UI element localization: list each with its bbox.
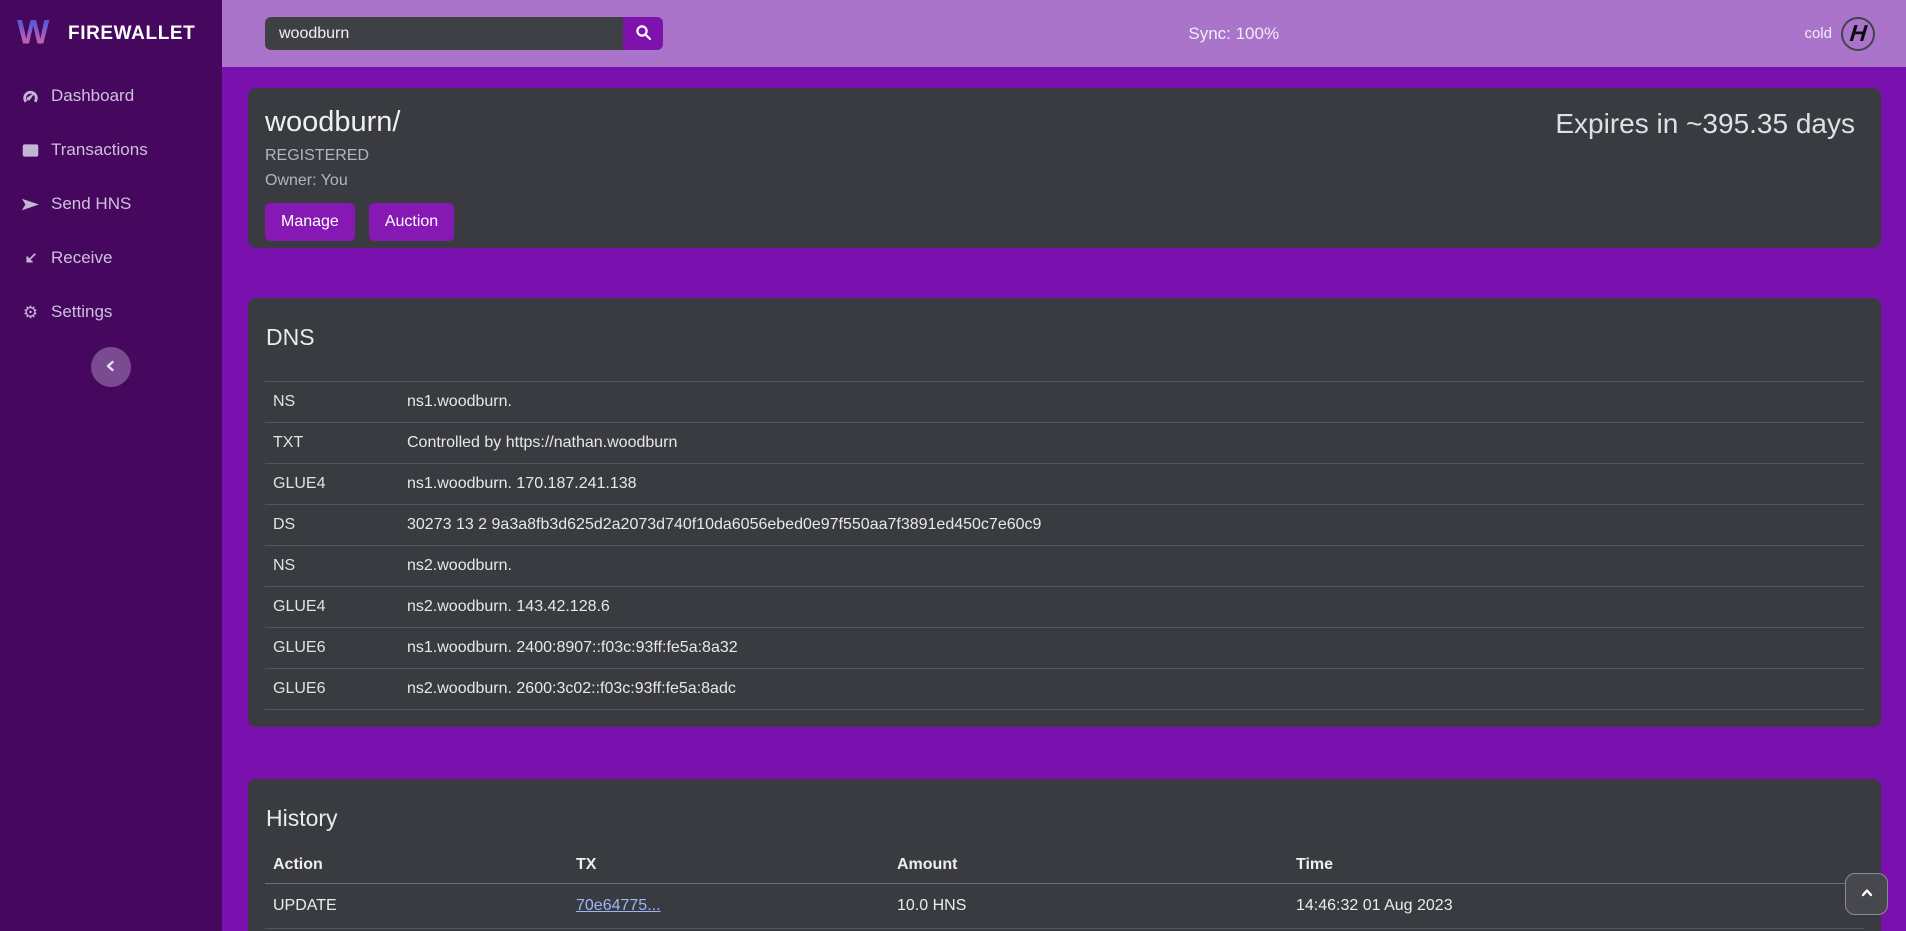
search-button[interactable] [623, 17, 663, 50]
dns-record-value: Controlled by https://nathan.woodburn [407, 434, 677, 452]
dns-card: DNS NS ns1.woodburn. TXT Controlled by h… [248, 298, 1881, 727]
dns-record-value: ns1.woodburn. [407, 393, 512, 411]
dns-record-type: TXT [265, 434, 407, 452]
history-col-action: Action [265, 856, 576, 874]
dns-record-type: DS [265, 516, 407, 534]
sidebar-item-label: Receive [51, 248, 112, 268]
dns-record-value: ns1.woodburn. 170.187.241.138 [407, 475, 637, 493]
history-row: UPDATE 70e64775... 10.0 HNS 14:46:32 01 … [265, 884, 1864, 929]
brand-name: FIREWALLET [68, 23, 195, 45]
history-col-time: Time [1296, 856, 1864, 874]
sidebar-item-label: Send HNS [51, 194, 131, 214]
sidebar-item-transactions[interactable]: Transactions [0, 123, 222, 177]
domain-expiry: Expires in ~395.35 days [1555, 108, 1855, 140]
dns-record-row: TXT Controlled by https://nathan.woodbur… [265, 423, 1864, 464]
history-title: History [266, 805, 1864, 832]
sidebar-nav: Dashboard Transactions Send HNS [0, 69, 222, 339]
send-icon [22, 196, 39, 213]
search-group [265, 17, 663, 50]
history-table: Action TX Amount Time UPDATE 70e64775...… [265, 846, 1864, 931]
dns-record-type: NS [265, 393, 407, 411]
domain-actions: Manage Auction [265, 203, 1855, 241]
dns-record-row: GLUE4 ns1.woodburn. 170.187.241.138 [265, 464, 1864, 505]
dns-record-type: GLUE4 [265, 475, 407, 493]
receive-arrow-icon [22, 250, 39, 267]
dns-title: DNS [266, 324, 1864, 351]
dns-record-row: GLUE6 ns1.woodburn. 2400:8907::f03c:93ff… [265, 628, 1864, 669]
domain-status: REGISTERED [265, 147, 1855, 165]
history-time: 14:46:32 01 Aug 2023 [1296, 897, 1864, 915]
history-card: History Action TX Amount Time UPDATE 70e… [248, 779, 1881, 931]
dns-record-row: DS 30273 13 2 9a3a8fb3d625d2a2073d740f10… [265, 505, 1864, 546]
history-col-tx: TX [576, 856, 897, 874]
chevron-left-icon [103, 358, 119, 377]
wallet-status-group: cold H [1804, 17, 1875, 51]
transactions-icon [22, 142, 39, 159]
handshake-logo-icon[interactable]: H [1841, 17, 1875, 51]
sidebar-item-settings[interactable]: ⚙ Settings [0, 285, 222, 339]
dashboard-icon [22, 88, 39, 105]
dns-record-type: GLUE6 [265, 680, 407, 698]
sidebar-item-label: Transactions [51, 140, 148, 160]
dns-record-value: ns2.woodburn. 143.42.128.6 [407, 598, 610, 616]
history-action: UPDATE [265, 897, 576, 915]
domain-owner: Owner: You [265, 172, 1855, 190]
svg-text:W: W [17, 13, 50, 51]
wallet-name-label: cold [1804, 25, 1832, 42]
dns-record-value: 30273 13 2 9a3a8fb3d625d2a2073d740f10da6… [407, 516, 1041, 534]
history-col-amount: Amount [897, 856, 1296, 874]
history-amount: 10.0 HNS [897, 897, 1296, 915]
sidebar-item-dashboard[interactable]: Dashboard [0, 69, 222, 123]
dns-record-row: GLUE4 ns2.woodburn. 143.42.128.6 [265, 587, 1864, 628]
main-content: woodburn/ REGISTERED Owner: You Manage A… [222, 67, 1906, 931]
dns-record-value: ns1.woodburn. 2400:8907::f03c:93ff:fe5a:… [407, 639, 738, 657]
sidebar-item-label: Settings [51, 302, 112, 322]
gear-icon: ⚙ [22, 304, 39, 321]
dns-record-row: NS ns1.woodburn. [265, 382, 1864, 423]
sidebar: W FIREWALLET Dashboard [0, 0, 222, 931]
dns-record-row: NS ns2.woodburn. [265, 546, 1864, 587]
dns-record-value: ns2.woodburn. 2600:3c02::f03c:93ff:fe5a:… [407, 680, 736, 698]
sidebar-item-send-hns[interactable]: Send HNS [0, 177, 222, 231]
sidebar-collapse-button[interactable] [91, 347, 131, 387]
sync-status: Sync: 100% [663, 24, 1804, 44]
tx-link[interactable]: 70e64775... [576, 897, 661, 914]
dns-table: NS ns1.woodburn. TXT Controlled by https… [265, 381, 1864, 710]
topbar: Sync: 100% cold H [222, 0, 1906, 67]
domain-card: woodburn/ REGISTERED Owner: You Manage A… [248, 88, 1881, 248]
dns-record-type: GLUE4 [265, 598, 407, 616]
dns-record-type: NS [265, 557, 407, 575]
scroll-to-top-button[interactable] [1845, 873, 1888, 915]
manage-button[interactable]: Manage [265, 203, 355, 241]
dns-record-value: ns2.woodburn. [407, 557, 512, 575]
dns-record-type: GLUE6 [265, 639, 407, 657]
history-rows: UPDATE 70e64775... 10.0 HNS 14:46:32 01 … [265, 884, 1864, 931]
dns-record-row: GLUE6 ns2.woodburn. 2600:3c02::f03c:93ff… [265, 669, 1864, 710]
sidebar-item-label: Dashboard [51, 86, 134, 106]
sidebar-item-receive[interactable]: Receive [0, 231, 222, 285]
brand: W FIREWALLET [0, 0, 222, 67]
history-header-row: Action TX Amount Time [265, 846, 1864, 884]
search-input[interactable] [265, 17, 623, 50]
firewallet-logo-icon: W [16, 11, 58, 56]
search-icon [635, 24, 652, 44]
chevron-up-icon [1859, 885, 1875, 904]
auction-button[interactable]: Auction [369, 203, 454, 241]
